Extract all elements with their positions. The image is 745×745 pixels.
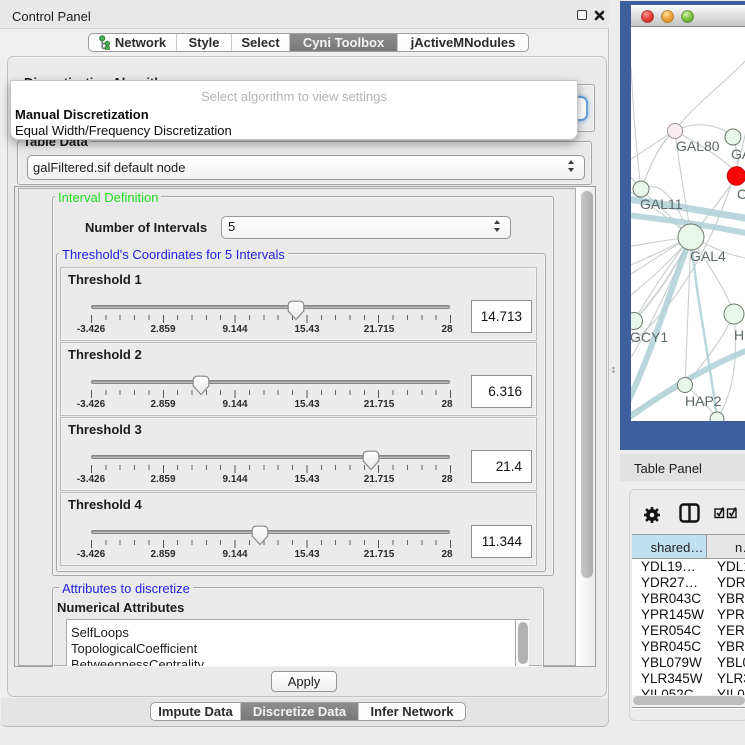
svg-text:GAL11: GAL11 [640,196,683,212]
svg-text:H: H [734,327,744,343]
svg-text:GAL80: GAL80 [676,138,720,154]
svg-text:GCY1: GCY1 [631,329,668,345]
svg-text:C: C [737,186,745,202]
svg-text:GAL4: GAL4 [690,248,726,264]
svg-text:HAP2: HAP2 [685,393,722,409]
svg-text:GA: GA [731,146,745,162]
